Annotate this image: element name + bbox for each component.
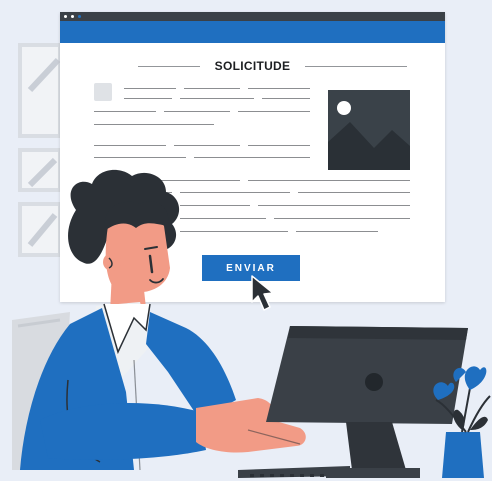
monitor xyxy=(266,326,468,424)
illustration-scene: SOLICITUDE ENVIAR xyxy=(0,0,492,481)
arm xyxy=(40,402,206,460)
monitor-stand xyxy=(346,422,406,470)
plant-pot xyxy=(442,432,484,478)
monitor-logo xyxy=(365,373,383,391)
mouse-pointer-icon xyxy=(251,275,274,311)
person-at-computer xyxy=(12,169,491,478)
